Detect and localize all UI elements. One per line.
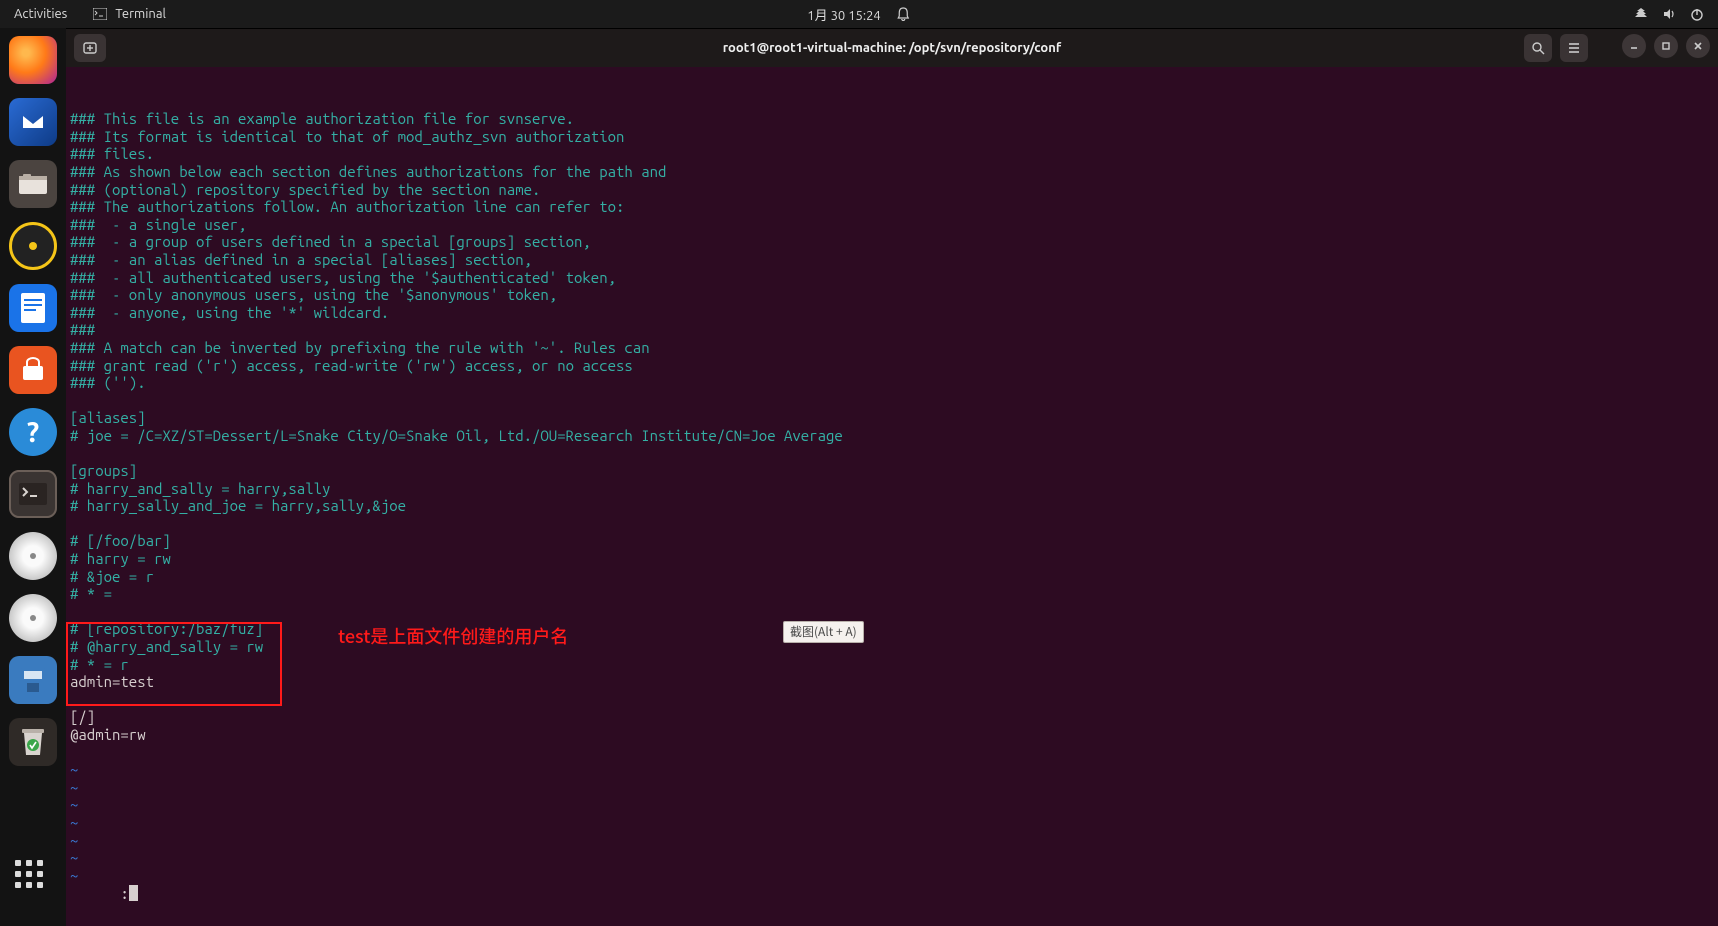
dock-app-terminal[interactable]: [9, 470, 57, 518]
terminal-body[interactable]: ### This file is an example authorizatio…: [66, 67, 1718, 926]
terminal-window: root1@root1-virtual-machine: /opt/svn/re…: [66, 29, 1718, 926]
dock-app-save[interactable]: [9, 656, 57, 704]
dock-app-writer[interactable]: [9, 284, 57, 332]
search-button[interactable]: [1524, 34, 1552, 62]
annotation-label: test是上面文件创建的用户名: [338, 628, 568, 646]
current-app-label: Terminal: [115, 7, 166, 21]
terminal-icon: [93, 8, 107, 20]
volume-icon[interactable]: [1662, 7, 1676, 21]
dock-app-thunderbird[interactable]: [9, 98, 57, 146]
maximize-button[interactable]: [1654, 34, 1678, 58]
cursor: [129, 885, 138, 901]
activities-button[interactable]: Activities: [14, 7, 67, 21]
dock-app-files[interactable]: [9, 160, 57, 208]
window-title: root1@root1-virtual-machine: /opt/svn/re…: [723, 41, 1061, 55]
dock-app-trash[interactable]: [9, 718, 57, 766]
screenshot-hotkey-tooltip: 截图(Alt + A): [783, 621, 864, 643]
vim-status-line: :: [70, 867, 138, 920]
dock-app-firefox[interactable]: [9, 36, 57, 84]
editor-content: ### This file is an example authorizatio…: [70, 110, 1718, 884]
power-icon[interactable]: [1690, 7, 1704, 21]
current-app[interactable]: Terminal: [93, 7, 166, 21]
dock-app-rhythmbox[interactable]: [9, 222, 57, 270]
dock-app-help[interactable]: ?: [9, 408, 57, 456]
clock[interactable]: 1月 30 15:24: [807, 5, 880, 24]
dock-app-software[interactable]: [9, 346, 57, 394]
hamburger-menu-button[interactable]: [1560, 34, 1588, 62]
dock-app-disk-2[interactable]: [9, 594, 57, 642]
dock-app-disk-1[interactable]: [9, 532, 57, 580]
notifications-icon[interactable]: [897, 7, 911, 21]
minimize-button[interactable]: [1622, 34, 1646, 58]
network-icon[interactable]: [1634, 7, 1648, 21]
close-button[interactable]: [1686, 34, 1710, 58]
show-applications-button[interactable]: [15, 860, 51, 896]
gnome-top-bar: Activities Terminal 1月 30 15:24: [0, 0, 1718, 28]
window-titlebar: root1@root1-virtual-machine: /opt/svn/re…: [66, 29, 1718, 67]
new-tab-button[interactable]: [74, 34, 106, 62]
ubuntu-dock: ?: [0, 28, 66, 926]
